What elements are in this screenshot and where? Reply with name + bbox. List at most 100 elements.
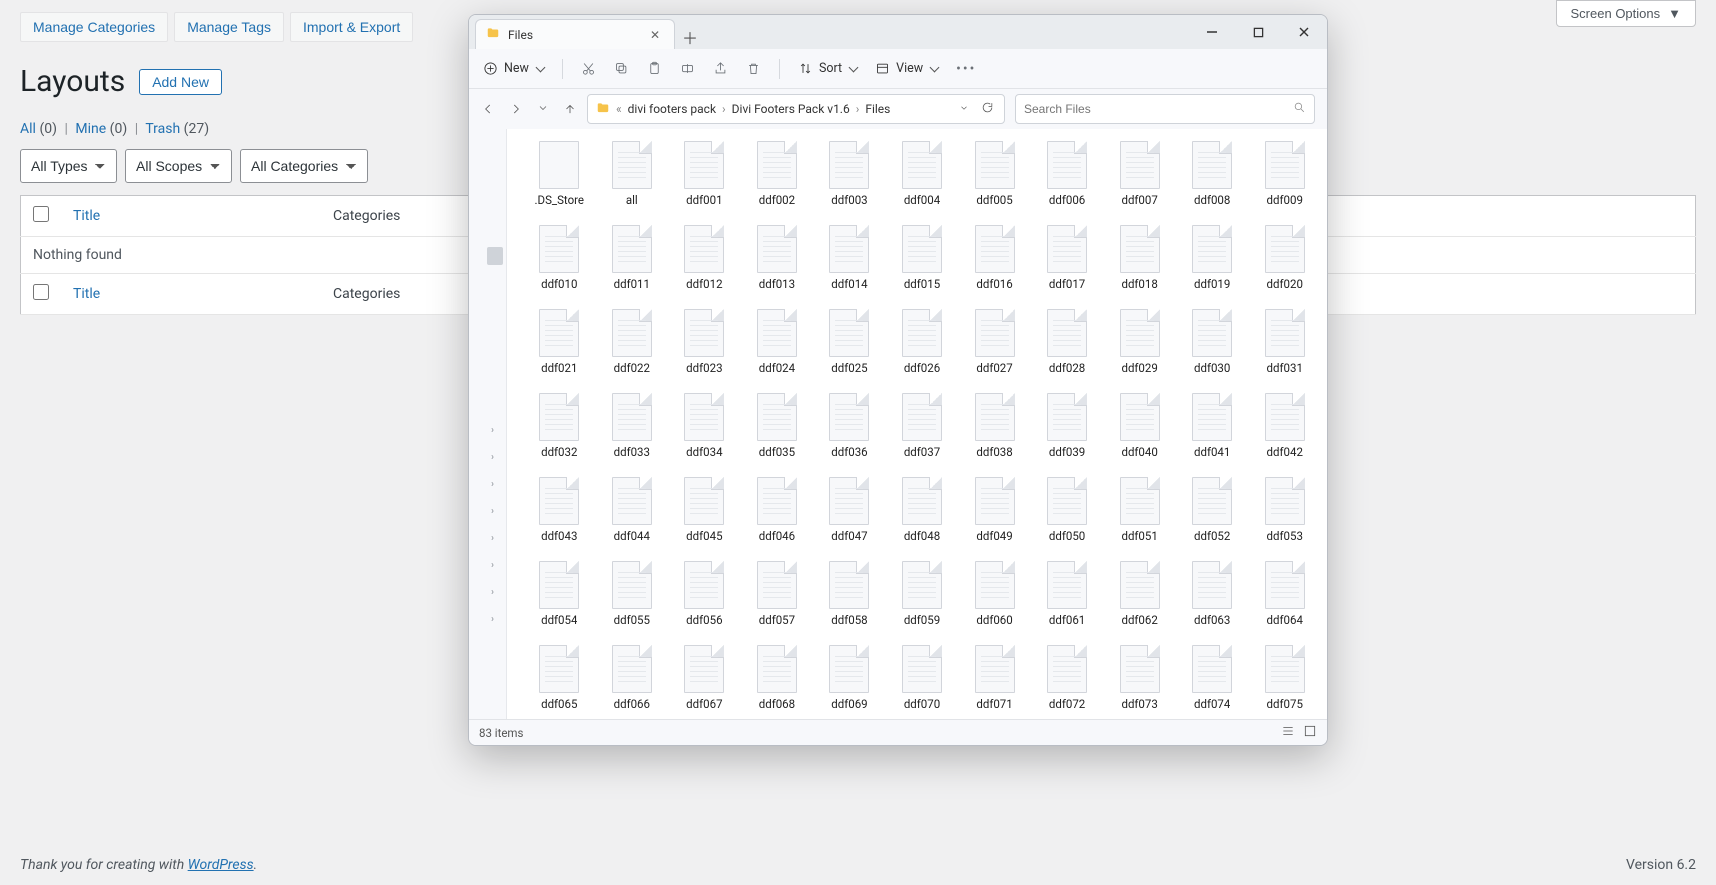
file-item[interactable]: ddf048	[886, 475, 959, 545]
close-tab-icon[interactable]: ✕	[646, 28, 664, 42]
file-item[interactable]: ddf074	[1176, 643, 1249, 713]
file-item[interactable]: ddf030	[1176, 307, 1249, 377]
file-item[interactable]: ddf010	[523, 223, 596, 293]
view-button[interactable]: View	[875, 61, 938, 76]
view-trash-link[interactable]: Trash	[145, 121, 180, 137]
new-button[interactable]: New	[483, 61, 544, 76]
file-item[interactable]: ddf047	[813, 475, 886, 545]
cut-icon[interactable]	[581, 61, 596, 76]
file-item[interactable]: ddf059	[886, 559, 959, 629]
file-item[interactable]: ddf014	[813, 223, 886, 293]
chevron-right-icon[interactable]: ›	[491, 452, 494, 463]
share-icon[interactable]	[713, 61, 728, 76]
add-new-button[interactable]: Add New	[139, 69, 222, 95]
file-item[interactable]: ddf013	[741, 223, 814, 293]
details-view-icon[interactable]	[1281, 724, 1295, 741]
file-item[interactable]: ddf022	[596, 307, 669, 377]
file-item[interactable]: ddf052	[1176, 475, 1249, 545]
window-close-button[interactable]	[1281, 15, 1327, 49]
file-item[interactable]: ddf015	[886, 223, 959, 293]
file-item[interactable]: ddf070	[886, 643, 959, 713]
window-minimize-button[interactable]	[1189, 15, 1235, 49]
file-item[interactable]: .DS_Store	[523, 139, 596, 209]
file-item[interactable]: ddf002	[741, 139, 814, 209]
file-item[interactable]: ddf023	[668, 307, 741, 377]
nav-recent-icon[interactable]	[537, 102, 549, 116]
breadcrumb-item[interactable]: divi footers pack	[628, 102, 716, 116]
file-item[interactable]: ddf033	[596, 391, 669, 461]
file-item[interactable]: ddf072	[1031, 643, 1104, 713]
paste-icon[interactable]	[647, 61, 662, 76]
file-item[interactable]: ddf073	[1103, 643, 1176, 713]
sidebar-scrollbar-thumb[interactable]	[487, 247, 503, 265]
file-item[interactable]: ddf026	[886, 307, 959, 377]
search-icon[interactable]	[1293, 101, 1306, 117]
file-item[interactable]: ddf036	[813, 391, 886, 461]
refresh-icon[interactable]	[979, 101, 996, 117]
chevron-right-icon[interactable]: ›	[491, 533, 494, 544]
file-item[interactable]: ddf034	[668, 391, 741, 461]
file-item[interactable]: ddf045	[668, 475, 741, 545]
search-input[interactable]	[1024, 102, 1293, 116]
thumbnails-view-icon[interactable]	[1303, 724, 1317, 741]
file-item[interactable]: ddf011	[596, 223, 669, 293]
file-item[interactable]: ddf067	[668, 643, 741, 713]
file-item[interactable]: ddf017	[1031, 223, 1104, 293]
chevron-right-icon[interactable]: ›	[491, 425, 494, 436]
view-mine-link[interactable]: Mine	[75, 121, 106, 137]
search-box[interactable]	[1015, 94, 1315, 124]
sort-button[interactable]: Sort	[798, 61, 857, 76]
file-item[interactable]: ddf018	[1103, 223, 1176, 293]
file-item[interactable]: ddf037	[886, 391, 959, 461]
file-item[interactable]: ddf055	[596, 559, 669, 629]
chevron-right-icon[interactable]: ›	[491, 506, 494, 517]
select-all-checkbox-bottom[interactable]	[33, 284, 49, 300]
file-item[interactable]: ddf027	[958, 307, 1031, 377]
file-item[interactable]: ddf062	[1103, 559, 1176, 629]
file-item[interactable]: ddf049	[958, 475, 1031, 545]
file-item[interactable]: ddf042	[1248, 391, 1321, 461]
nav-up-icon[interactable]	[563, 102, 577, 116]
file-item[interactable]: ddf005	[958, 139, 1031, 209]
chevron-right-icon[interactable]: ›	[491, 479, 494, 490]
file-item[interactable]: ddf038	[958, 391, 1031, 461]
copy-icon[interactable]	[614, 61, 629, 76]
file-item[interactable]: ddf016	[958, 223, 1031, 293]
import-export-button[interactable]: Import & Export	[290, 12, 413, 42]
wordpress-link[interactable]: WordPress	[188, 857, 254, 873]
filter-scopes-select[interactable]: All Scopes	[125, 149, 232, 183]
explorer-tab[interactable]: Files ✕	[475, 19, 675, 49]
manage-categories-button[interactable]: Manage Categories	[20, 12, 168, 42]
file-item[interactable]: ddf043	[523, 475, 596, 545]
select-all-checkbox-top[interactable]	[33, 206, 49, 222]
file-item[interactable]: ddf040	[1103, 391, 1176, 461]
file-item[interactable]: ddf057	[741, 559, 814, 629]
file-item[interactable]: all	[596, 139, 669, 209]
nav-back-icon[interactable]	[481, 102, 495, 116]
window-maximize-button[interactable]	[1235, 15, 1281, 49]
explorer-sidebar[interactable]: › › › › › › › ›	[469, 129, 507, 719]
file-item[interactable]: ddf004	[886, 139, 959, 209]
col-categories-footer[interactable]: Categories	[333, 286, 400, 302]
file-item[interactable]: ddf069	[813, 643, 886, 713]
file-item[interactable]: ddf054	[523, 559, 596, 629]
file-item[interactable]: ddf041	[1176, 391, 1249, 461]
file-item[interactable]: ddf024	[741, 307, 814, 377]
chevron-right-icon[interactable]: ›	[491, 560, 494, 571]
file-item[interactable]: ddf039	[1031, 391, 1104, 461]
file-item[interactable]: ddf071	[958, 643, 1031, 713]
file-item[interactable]: ddf075	[1248, 643, 1321, 713]
file-pane[interactable]: .DS_Storeallddf001ddf002ddf003ddf004ddf0…	[507, 129, 1327, 719]
col-title-footer[interactable]: Title	[73, 286, 100, 302]
file-item[interactable]: ddf009	[1248, 139, 1321, 209]
file-item[interactable]: ddf063	[1176, 559, 1249, 629]
chevron-right-icon[interactable]: ›	[491, 587, 494, 598]
delete-icon[interactable]	[746, 61, 761, 76]
file-item[interactable]: ddf056	[668, 559, 741, 629]
file-item[interactable]: ddf003	[813, 139, 886, 209]
file-item[interactable]: ddf025	[813, 307, 886, 377]
file-item[interactable]: ddf001	[668, 139, 741, 209]
breadcrumb[interactable]: « divi footers pack › Divi Footers Pack …	[587, 94, 1005, 124]
filter-categories-select[interactable]: All Categories	[240, 149, 368, 183]
file-item[interactable]: ddf066	[596, 643, 669, 713]
